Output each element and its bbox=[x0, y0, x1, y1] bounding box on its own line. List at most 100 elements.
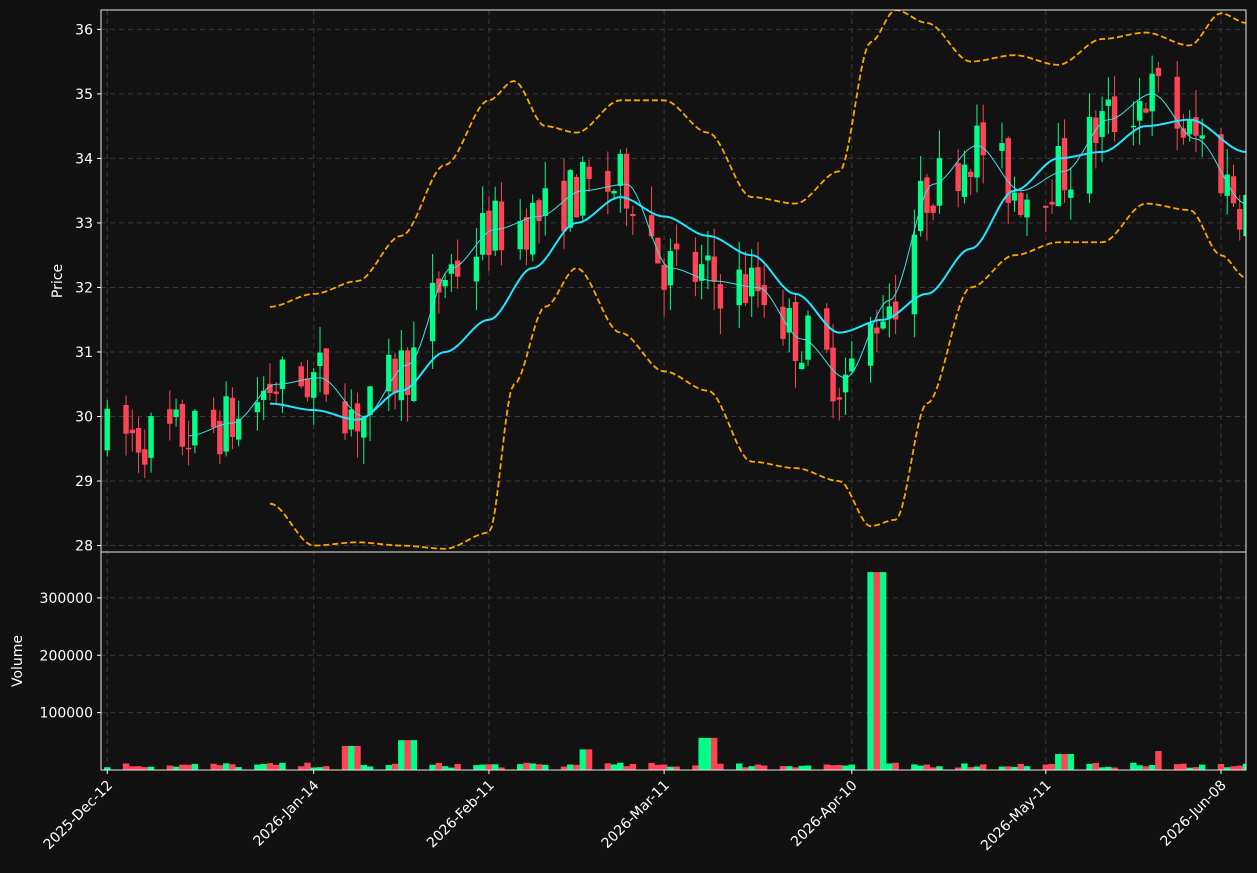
volume-bar bbox=[298, 766, 305, 770]
candle-body bbox=[279, 359, 286, 390]
volume-bar bbox=[892, 762, 899, 770]
price-tick-label: 34 bbox=[75, 151, 93, 167]
candle-body bbox=[104, 408, 110, 451]
candle-body bbox=[999, 143, 1005, 151]
volume-bar bbox=[867, 572, 874, 770]
candle-body bbox=[830, 347, 836, 402]
candle-body bbox=[648, 215, 655, 237]
candle-body bbox=[736, 269, 742, 306]
candle-body bbox=[129, 429, 135, 434]
candle-body bbox=[1149, 73, 1155, 112]
volume-bar bbox=[573, 764, 580, 770]
candle-body bbox=[799, 362, 805, 370]
volume-bar bbox=[166, 765, 174, 770]
candle-body bbox=[167, 409, 173, 424]
candle-body bbox=[454, 260, 461, 277]
volume-bar bbox=[435, 762, 443, 770]
candle-body bbox=[354, 403, 361, 432]
volume-bar bbox=[1005, 766, 1012, 770]
candle-body bbox=[1061, 138, 1068, 191]
candle-body bbox=[436, 278, 442, 293]
candle-body bbox=[530, 202, 536, 255]
candle-body bbox=[542, 188, 548, 216]
candle-body bbox=[717, 284, 724, 309]
volume-bar bbox=[1017, 763, 1024, 770]
candle-body bbox=[1218, 134, 1224, 194]
candle-body bbox=[1237, 208, 1243, 230]
candle-body bbox=[1043, 205, 1049, 208]
volume-bar bbox=[567, 764, 574, 770]
candle-body bbox=[173, 409, 179, 418]
volume-bar bbox=[254, 764, 261, 770]
volume-bar bbox=[917, 765, 924, 770]
candle-body bbox=[254, 402, 261, 413]
candle-body bbox=[367, 386, 373, 415]
candle-body bbox=[135, 427, 142, 453]
candle-body bbox=[1068, 189, 1074, 198]
volume-bar bbox=[980, 764, 987, 770]
volume-bar bbox=[579, 749, 586, 770]
volume-bar bbox=[1048, 763, 1056, 770]
volume-bar bbox=[779, 766, 787, 770]
candle-body bbox=[185, 447, 192, 450]
price-tick-label: 36 bbox=[75, 22, 93, 38]
candle-body bbox=[473, 256, 480, 282]
candle-body bbox=[692, 251, 699, 282]
volume-bar bbox=[1142, 766, 1150, 770]
candle-body bbox=[1011, 192, 1018, 201]
volume-bar bbox=[354, 745, 361, 770]
volume-bar bbox=[360, 764, 367, 770]
volume-bar bbox=[798, 765, 805, 770]
volume-bar bbox=[1055, 753, 1062, 770]
volume-bar bbox=[404, 740, 411, 770]
volume-bar bbox=[698, 737, 705, 770]
volume-bar bbox=[410, 740, 418, 770]
candle-body bbox=[711, 256, 717, 282]
candle-body bbox=[792, 301, 799, 361]
volume-bar bbox=[1180, 763, 1187, 770]
candle-body bbox=[673, 243, 680, 250]
volume-bar bbox=[692, 765, 699, 770]
price-tick-label: 32 bbox=[75, 280, 93, 296]
volume-bar bbox=[1148, 765, 1156, 770]
volume-bar bbox=[1023, 766, 1031, 770]
volume-bar bbox=[135, 766, 142, 770]
candle-body bbox=[123, 405, 129, 434]
volume-bar bbox=[304, 762, 311, 770]
volume-bar bbox=[829, 765, 837, 770]
volume-bar bbox=[617, 762, 624, 770]
volume-bar bbox=[648, 762, 655, 770]
x-ticks: 2025-Dec-12 2026-Jan-14 2026-Feb-11 2026-Ma… bbox=[41, 770, 1230, 854]
volume-bar bbox=[886, 763, 893, 770]
x-tick-label: 2026-Jun-08 bbox=[1158, 778, 1230, 850]
volume-bar bbox=[873, 572, 881, 770]
volume-bar bbox=[673, 766, 680, 770]
price-tick-label: 33 bbox=[75, 216, 93, 232]
volume-bar bbox=[1236, 765, 1243, 770]
volume-bar bbox=[542, 764, 549, 770]
volume-bar bbox=[754, 764, 762, 770]
volume-bar bbox=[735, 763, 743, 770]
candle-body bbox=[210, 409, 217, 428]
candle-body bbox=[617, 153, 624, 186]
candle-body bbox=[661, 264, 667, 290]
volume-bar bbox=[717, 763, 724, 770]
price-panel bbox=[101, 10, 1246, 552]
candle-body bbox=[1055, 146, 1062, 207]
candle-body bbox=[623, 153, 630, 209]
volume-bar bbox=[523, 762, 530, 770]
financial-chart: 2829303132333435361000002000003000002025… bbox=[0, 0, 1257, 873]
price-tick-label: 31 bbox=[75, 345, 93, 361]
left-margin bbox=[0, 0, 101, 873]
candle-body bbox=[611, 190, 617, 194]
volume-bar bbox=[623, 766, 630, 770]
candle-body bbox=[442, 280, 448, 287]
candle-body bbox=[567, 170, 573, 228]
candle-body bbox=[323, 348, 329, 395]
volume-bar bbox=[823, 764, 831, 770]
volume-bar bbox=[529, 763, 536, 770]
candle-body bbox=[142, 449, 148, 465]
volume-bar bbox=[836, 764, 843, 770]
volume-bar bbox=[1198, 764, 1206, 770]
candle-body bbox=[304, 378, 311, 398]
